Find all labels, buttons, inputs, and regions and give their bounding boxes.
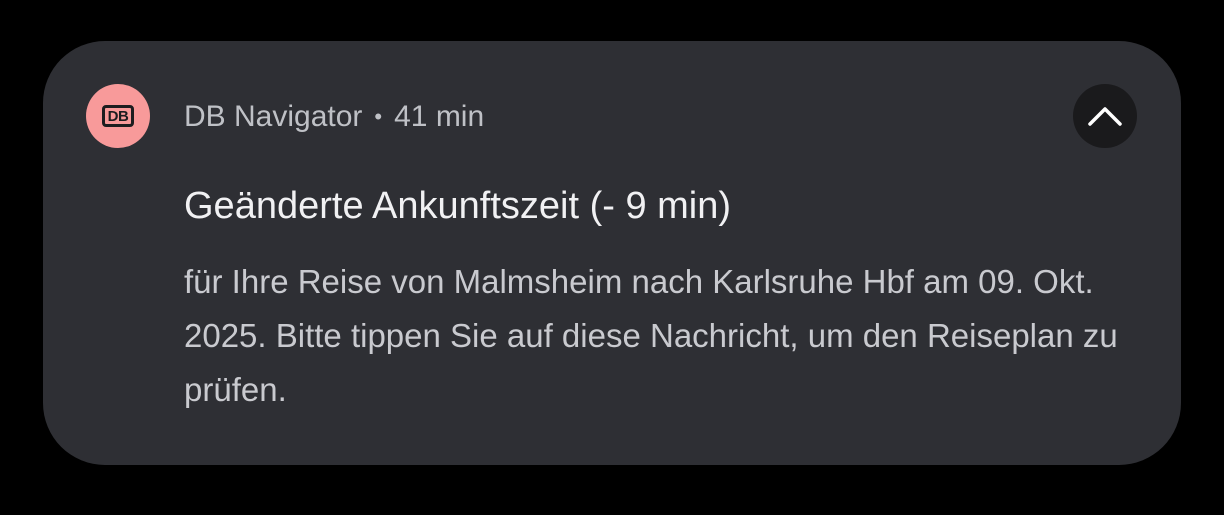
- notification-body: für Ihre Reise von Malmsheim nach Karlsr…: [184, 263, 1118, 408]
- chevron-up-icon: [1088, 107, 1122, 126]
- separator-dot: •: [374, 104, 383, 129]
- db-logo-icon: DB: [102, 105, 134, 127]
- app-icon: DB: [86, 84, 150, 148]
- app-name: DB Navigator: [184, 100, 363, 133]
- notification-card[interactable]: DB DB Navigator • 41 min Geänderte Ankun…: [43, 41, 1181, 465]
- notification-header: DB Navigator • 41 min: [184, 99, 484, 135]
- collapse-button[interactable]: [1073, 84, 1137, 148]
- timestamp: 41 min: [394, 100, 485, 133]
- notification-title: Geänderte Ankunftszeit (- 9 min): [184, 185, 732, 227]
